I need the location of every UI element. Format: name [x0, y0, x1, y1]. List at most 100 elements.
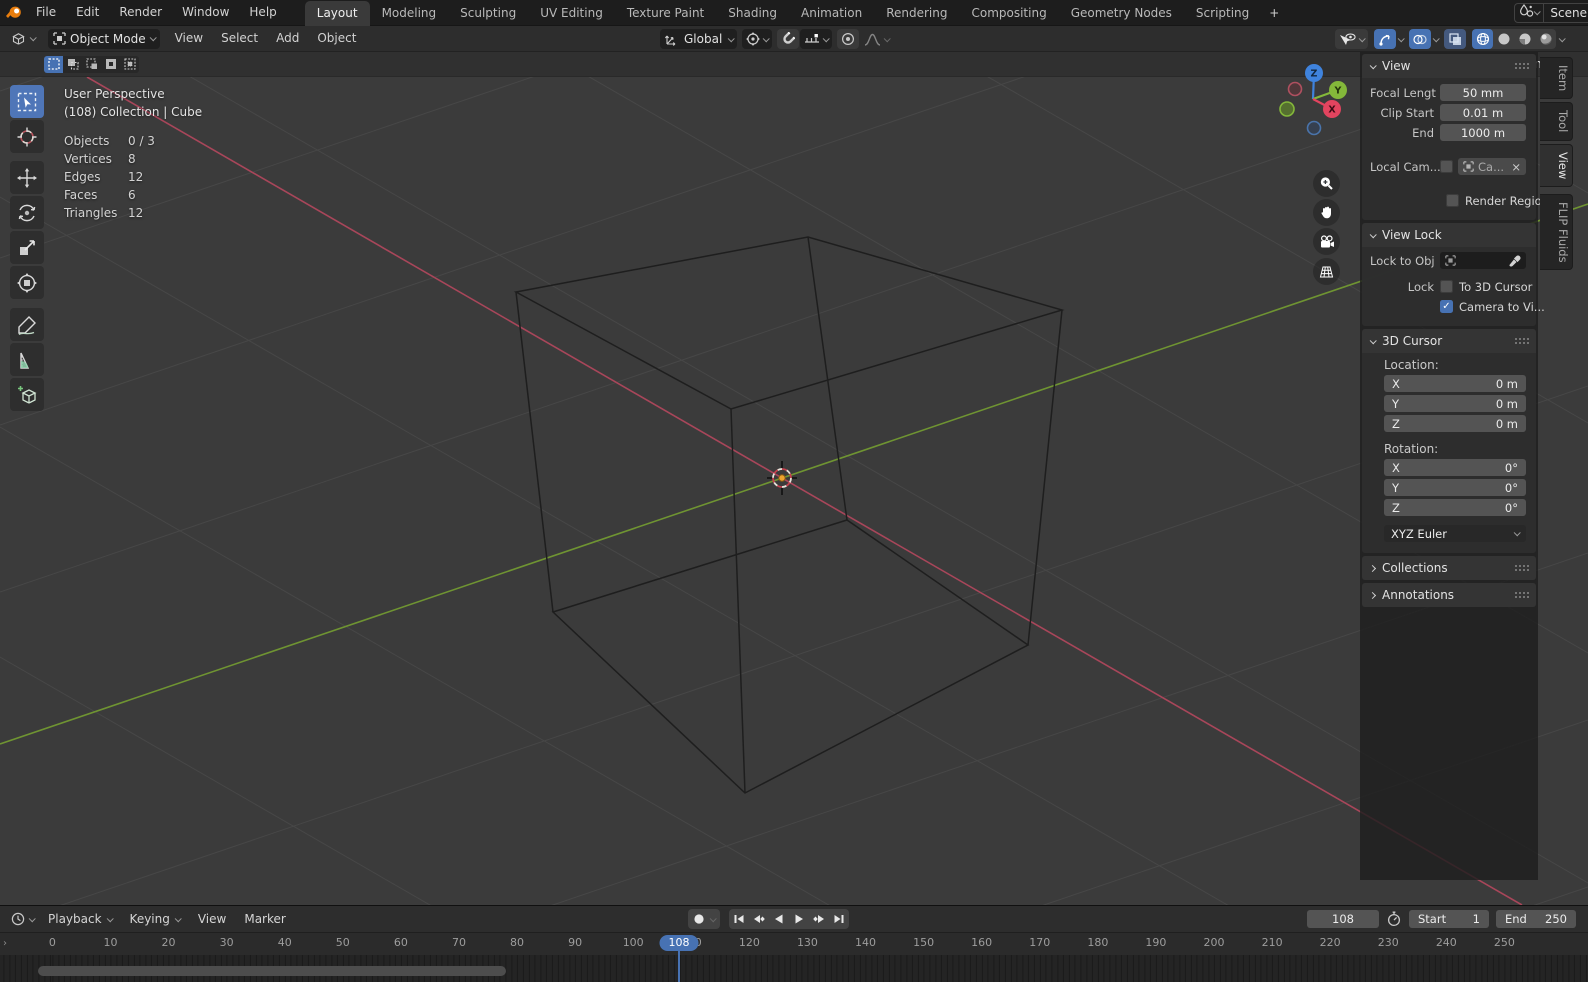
clear-icon[interactable]: ×	[1511, 160, 1521, 174]
chevron-down-icon[interactable]	[1432, 34, 1440, 42]
tool-add-cube[interactable]	[10, 378, 44, 411]
playhead-line[interactable]	[678, 951, 680, 982]
overlays-toggle[interactable]	[1409, 29, 1431, 49]
snap-toggle[interactable]	[777, 29, 800, 49]
gizmo-neg-z[interactable]	[1306, 120, 1322, 136]
orthographic-toggle-button[interactable]	[1313, 258, 1340, 285]
workspace-tab-rendering[interactable]: Rendering	[874, 1, 959, 26]
tool-cursor[interactable]	[10, 120, 44, 153]
clip-end-field[interactable]: 1000 m	[1440, 124, 1526, 141]
tool-move[interactable]	[10, 161, 44, 194]
menu-help[interactable]: Help	[239, 5, 286, 19]
shading-solid-button[interactable]	[1493, 29, 1514, 49]
tab-view[interactable]: View	[1540, 143, 1573, 187]
jump-to-end-button[interactable]	[829, 909, 849, 929]
shading-material-button[interactable]	[1514, 29, 1535, 49]
to-3d-cursor-checkbox[interactable]	[1440, 280, 1453, 293]
navigation-gizmo[interactable]: Z Y X	[1268, 60, 1358, 142]
shading-rendered-button[interactable]	[1535, 29, 1556, 49]
proportional-falloff-dropdown[interactable]	[860, 29, 893, 49]
scene-canvas[interactable]	[0, 77, 1588, 905]
workspace-tab-texture-paint[interactable]: Texture Paint	[615, 1, 716, 26]
tool-measure[interactable]	[10, 343, 44, 376]
workspace-tab-sculpting[interactable]: Sculpting	[448, 1, 528, 26]
rotation-order-dropdown[interactable]: XYZ Euler	[1384, 525, 1526, 542]
tab-tool[interactable]: Tool	[1540, 102, 1573, 141]
panel-annotations-header[interactable]: Annotations	[1362, 583, 1536, 607]
render-region-checkbox[interactable]	[1446, 194, 1459, 207]
camera-view-button[interactable]	[1313, 228, 1340, 255]
select-mode-subtract-button[interactable]	[82, 56, 101, 73]
workspace-tab-scripting[interactable]: Scripting	[1184, 1, 1261, 26]
workspace-tab-layout[interactable]: Layout	[304, 0, 370, 26]
gizmos-toggle[interactable]	[1374, 29, 1396, 49]
snap-target-dropdown[interactable]	[800, 29, 833, 49]
pivot-point-dropdown[interactable]	[742, 29, 773, 49]
start-frame-field[interactable]: Start 1	[1409, 910, 1489, 928]
menu-marker[interactable]: Marker	[235, 912, 294, 926]
select-mode-extend-button[interactable]	[63, 56, 82, 73]
gizmo-neg-y[interactable]	[1279, 101, 1295, 117]
eyedropper-icon[interactable]	[1509, 255, 1521, 267]
lock-to-object-field[interactable]	[1440, 252, 1526, 269]
viewport-menu-view[interactable]: View	[166, 26, 212, 51]
menu-edit[interactable]: Edit	[66, 5, 109, 19]
select-mode-intersect-button[interactable]	[120, 56, 139, 73]
viewport-menu-add[interactable]: Add	[267, 26, 308, 51]
menu-keying[interactable]: Keying	[121, 912, 189, 926]
visibility-dropdown[interactable]	[1335, 29, 1368, 49]
menu-view[interactable]: View	[189, 912, 235, 926]
workspace-tab-modeling[interactable]: Modeling	[370, 1, 449, 26]
expand-arrow-icon[interactable]: ›	[3, 938, 7, 949]
menu-window[interactable]: Window	[172, 5, 239, 19]
select-mode-set-button[interactable]	[44, 55, 63, 73]
pan-button[interactable]	[1313, 199, 1340, 226]
workspace-tab-animation[interactable]: Animation	[789, 1, 874, 26]
tool-transform[interactable]	[10, 266, 44, 299]
timeline-editor-type-button[interactable]	[6, 909, 39, 929]
clip-start-field[interactable]: 0.01 m	[1440, 104, 1526, 121]
proportional-editing-toggle[interactable]	[837, 29, 860, 49]
mode-dropdown[interactable]: Object Mode	[48, 28, 160, 49]
play-button[interactable]	[789, 909, 809, 929]
cursor-rotation-z-field[interactable]: Z 0°	[1384, 499, 1526, 516]
current-frame-field[interactable]: 108	[1307, 910, 1379, 928]
viewport-3d[interactable]: Options	[0, 52, 1588, 905]
menu-playback[interactable]: Playback	[39, 912, 121, 926]
panel-view-header[interactable]: View	[1362, 54, 1536, 78]
add-workspace-button[interactable]: +	[1261, 1, 1287, 26]
shading-wireframe-button[interactable]	[1472, 29, 1493, 49]
tool-annotate[interactable]	[10, 308, 44, 341]
timeline-scrollbar[interactable]	[38, 966, 506, 976]
jump-to-start-button[interactable]	[729, 909, 749, 929]
stopwatch-icon[interactable]	[1386, 911, 1402, 927]
tool-rotate[interactable]	[10, 196, 44, 229]
timeline-ruler[interactable]: › 01020304050607080901001101201301401501…	[0, 933, 1588, 955]
workspace-tab-compositing[interactable]: Compositing	[959, 1, 1058, 26]
drag-handle-dots[interactable]	[1515, 564, 1528, 572]
viewport-menu-object[interactable]: Object	[308, 26, 365, 51]
cursor-rotation-x-field[interactable]: X 0°	[1384, 459, 1526, 476]
chevron-down-icon[interactable]	[1558, 34, 1566, 42]
editor-type-button[interactable]	[6, 29, 40, 49]
local-camera-checkbox[interactable]	[1440, 160, 1453, 173]
cursor-location-z-field[interactable]: Z0 m	[1384, 415, 1526, 432]
zoom-button[interactable]	[1313, 170, 1340, 197]
scene-selector[interactable]: Scene	[1514, 2, 1588, 23]
next-keyframe-button[interactable]	[809, 909, 829, 929]
drag-handle-dots[interactable]	[1515, 337, 1528, 345]
end-frame-field[interactable]: End 250	[1496, 910, 1576, 928]
chevron-down-icon[interactable]	[1397, 34, 1405, 42]
tool-select-box[interactable]	[10, 85, 44, 118]
playhead-frame-badge[interactable]: 108	[659, 935, 699, 951]
workspace-tab-uv-editing[interactable]: UV Editing	[528, 1, 615, 26]
workspace-tab-geometry-nodes[interactable]: Geometry Nodes	[1059, 1, 1184, 26]
xray-toggle[interactable]	[1444, 29, 1466, 49]
cursor-location-x-field[interactable]: X0 m	[1384, 375, 1526, 392]
panel-3d-cursor-header[interactable]: 3D Cursor	[1362, 329, 1536, 353]
prev-keyframe-button[interactable]	[749, 909, 769, 929]
tab-item[interactable]: Item	[1540, 57, 1573, 100]
drag-handle-dots[interactable]	[1515, 591, 1528, 599]
blender-logo-icon[interactable]	[0, 5, 26, 20]
workspace-tab-shading[interactable]: Shading	[716, 1, 789, 26]
